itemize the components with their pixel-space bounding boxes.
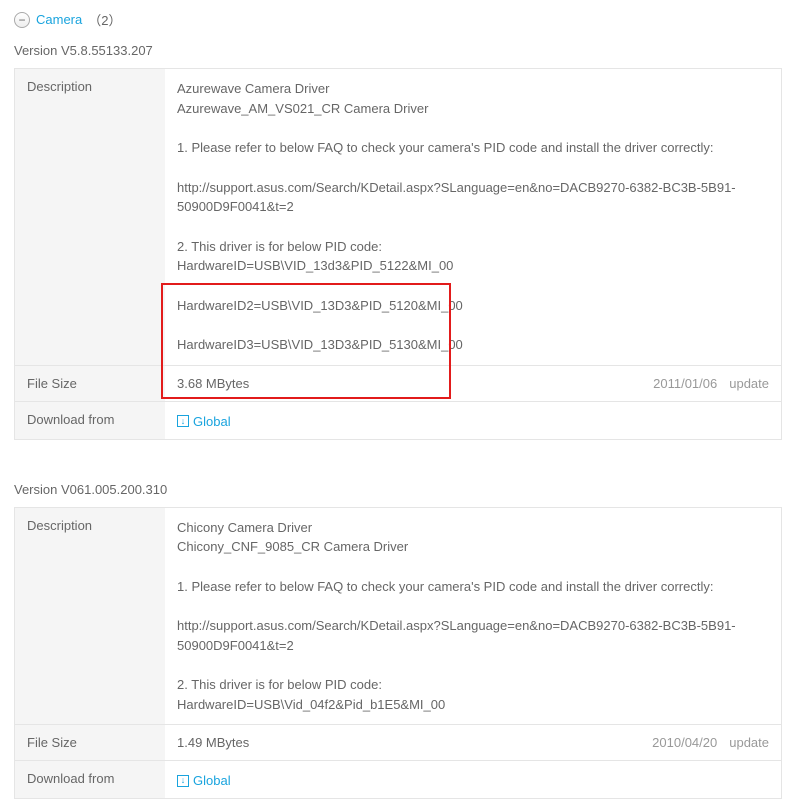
file-date: 2011/01/06 — [653, 376, 717, 391]
download-row: Download from ↓ Global — [15, 402, 781, 440]
desc-line: http://support.asus.com/Search/KDetail.a… — [177, 616, 769, 655]
filesize-value: 3.68 MBytes — [177, 376, 249, 391]
download-icon: ↓ — [177, 775, 189, 787]
filesize-label: File Size — [15, 366, 165, 401]
description-label: Description — [15, 508, 165, 725]
description-label: Description — [15, 69, 165, 365]
desc-line: 1. Please refer to below FAQ to check yo… — [177, 577, 769, 597]
section-header: − Camera （2） — [14, 10, 782, 29]
download-link-global[interactable]: ↓ Global — [177, 414, 231, 429]
filesize-label: File Size — [15, 725, 165, 760]
download-link-label: Global — [193, 773, 231, 788]
desc-line: HardwareID3=USB\VID_13D3&PID_5130&MI_00 — [177, 335, 769, 355]
section-count: （2） — [88, 10, 121, 29]
section-title[interactable]: Camera — [36, 12, 82, 27]
version-label: Version V061.005.200.310 — [14, 482, 782, 497]
update-label: update — [729, 376, 769, 391]
filesize-row: File Size 1.49 MBytes 2010/04/20 update — [15, 725, 781, 761]
download-icon: ↓ — [177, 415, 189, 427]
download-label: Download from — [15, 761, 165, 798]
download-link-label: Global — [193, 414, 231, 429]
update-label: update — [729, 735, 769, 750]
desc-line: Chicony Camera Driver — [177, 518, 769, 538]
version-label: Version V5.8.55133.207 — [14, 43, 782, 58]
desc-line: http://support.asus.com/Search/KDetail.a… — [177, 178, 769, 217]
download-content: ↓ Global — [165, 761, 781, 798]
desc-line: Chicony_CNF_9085_CR Camera Driver — [177, 537, 769, 557]
desc-line: Azurewave Camera Driver — [177, 79, 769, 99]
driver-card: Description Chicony Camera Driver Chicon… — [14, 507, 782, 800]
desc-line: HardwareID=USB\VID_13d3&PID_5122&MI_00 — [177, 256, 769, 276]
description-content: Azurewave Camera Driver Azurewave_AM_VS0… — [165, 69, 781, 365]
filesize-content: 3.68 MBytes 2011/01/06 update — [165, 366, 781, 401]
filesize-row: File Size 3.68 MBytes 2011/01/06 update — [15, 366, 781, 402]
download-link-global[interactable]: ↓ Global — [177, 773, 231, 788]
file-date: 2010/04/20 — [652, 735, 717, 750]
driver-card: Description Azurewave Camera Driver Azur… — [14, 68, 782, 440]
collapse-button[interactable]: − — [14, 12, 30, 28]
desc-line: HardwareID2=USB\VID_13D3&PID_5120&MI_00 — [177, 296, 769, 316]
download-row: Download from ↓ Global — [15, 761, 781, 799]
description-content: Chicony Camera Driver Chicony_CNF_9085_C… — [165, 508, 781, 725]
desc-line: 2. This driver is for below PID code: — [177, 237, 769, 257]
download-label: Download from — [15, 402, 165, 439]
description-row: Description Chicony Camera Driver Chicon… — [15, 508, 781, 726]
desc-line: 1. Please refer to below FAQ to check yo… — [177, 138, 769, 158]
description-row: Description Azurewave Camera Driver Azur… — [15, 69, 781, 366]
desc-line: Azurewave_AM_VS021_CR Camera Driver — [177, 99, 769, 119]
filesize-content: 1.49 MBytes 2010/04/20 update — [165, 725, 781, 760]
desc-line: 2. This driver is for below PID code: — [177, 675, 769, 695]
download-content: ↓ Global — [165, 402, 781, 439]
filesize-value: 1.49 MBytes — [177, 735, 249, 750]
desc-line: HardwareID=USB\Vid_04f2&Pid_b1E5&MI_00 — [177, 695, 769, 715]
